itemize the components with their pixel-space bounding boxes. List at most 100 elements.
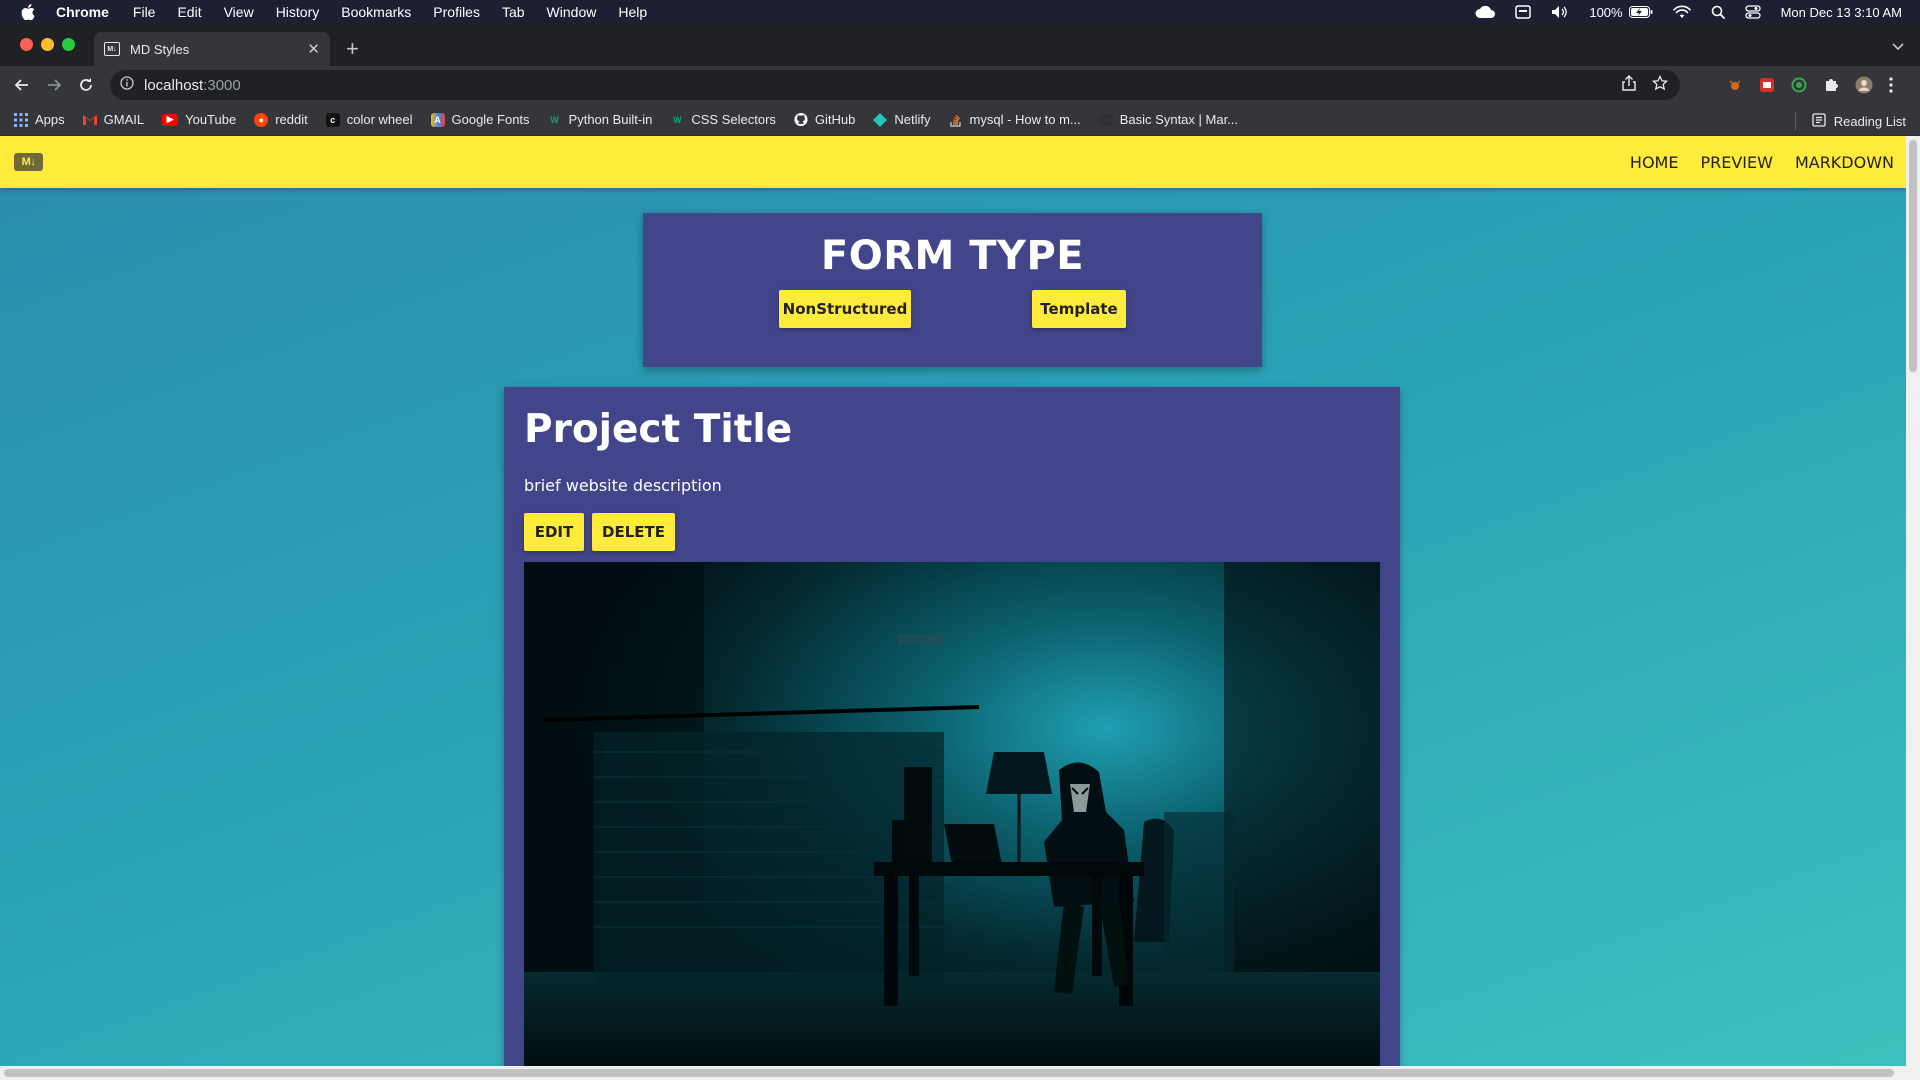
menu-bookmarks[interactable]: Bookmarks [341,4,411,20]
back-arrow-icon[interactable] [6,77,38,93]
bookmarks-divider [1794,112,1796,130]
share-icon[interactable] [1622,75,1636,95]
address-bar[interactable]: localhost:3000 [110,70,1680,100]
bookmark-label: GitHub [814,112,856,127]
stackoverflow-icon [949,113,963,127]
vertical-scrollbar-thumb[interactable] [1909,140,1917,372]
minimize-window-button[interactable] [41,38,54,51]
bookmark-label: Netlify [894,112,931,127]
nonstructured-button[interactable]: NonStructured [779,290,911,328]
menu-edit[interactable]: Edit [177,4,201,20]
bookmark-netlify[interactable]: Netlify [873,112,931,127]
project-image [524,562,1380,1080]
menu-help[interactable]: Help [618,4,647,20]
menubar-clock[interactable]: Mon Dec 13 3:10 AM [1781,5,1902,20]
bookmark-python-builtin[interactable]: W Python Built-in [548,112,652,127]
reload-icon[interactable] [70,77,102,93]
github-icon [794,112,808,127]
extensions-area [1727,76,1893,99]
hacker-desk-photo [524,562,1380,1080]
site-info-icon[interactable] [120,76,134,94]
profile-avatar[interactable] [1855,76,1873,99]
reading-list-label: Reading List [1833,113,1906,129]
site-navbar: M↓ HOME PREVIEW MARKDOWN [0,136,1906,188]
url-host: localhost [144,76,204,94]
w3schools-icon: W [550,114,559,125]
chrome-menu-icon[interactable] [1889,77,1893,98]
bookmark-github[interactable]: GitHub [794,112,855,127]
project-description: brief website description [524,476,722,495]
tab-md-styles[interactable]: M↓ MD Styles ✕ [94,32,330,66]
bookmark-mysql[interactable]: mysql - How to m... [949,112,1081,127]
spotlight-search-icon[interactable] [1711,5,1725,19]
menu-view[interactable]: View [224,4,254,20]
vertical-scrollbar[interactable] [1906,136,1920,1080]
project-title: Project Title [524,407,793,452]
browser-tab-strip: M↓ MD Styles ✕ + [0,24,1920,66]
reading-list-button[interactable]: Reading List [1794,112,1906,130]
markdown-logo[interactable]: M↓ [14,153,43,171]
bookmark-label: Basic Syntax | Mar... [1119,112,1239,127]
bookmark-youtube[interactable]: ▶ YouTube [162,112,236,127]
bookmark-reddit[interactable]: ● reddit [254,112,308,127]
menu-tab[interactable]: Tab [502,4,525,20]
bookmark-color-wheel[interactable]: c color wheel [325,112,413,127]
cloud-app-icon[interactable] [1475,5,1496,19]
menu-window[interactable]: Window [547,4,597,20]
extension-bug-icon[interactable] [1727,77,1743,98]
extension-red-icon[interactable] [1759,77,1775,98]
form-type-card: FORM TYPE NonStructured Template [643,213,1262,367]
bookmark-apps[interactable]: Apps [14,112,65,127]
extensions-puzzle-icon[interactable] [1823,77,1839,98]
menu-profiles[interactable]: Profiles [433,4,480,20]
bookmark-label: GMAIL [103,112,145,127]
bookmark-google-fonts[interactable]: A Google Fonts [430,112,530,127]
bookmark-label: color wheel [346,112,413,127]
project-card: Project Title brief website description … [504,387,1400,1080]
wifi-icon[interactable] [1672,5,1691,19]
md-favicon-icon: M↓ [104,42,120,56]
browser-toolbar: localhost:3000 [0,66,1920,104]
volume-icon[interactable] [1551,5,1569,19]
url-port: :3000 [203,76,241,94]
nav-markdown-link[interactable]: MARKDOWN [1795,153,1894,172]
bookmark-star-icon[interactable] [1651,74,1669,95]
nav-preview-link[interactable]: PREVIEW [1700,153,1772,172]
keyboard-input-icon[interactable] [1515,5,1532,19]
bookmark-css-selectors[interactable]: W CSS Selectors [670,112,776,127]
macos-menu-bar: Chrome File Edit View History Bookmarks … [0,0,1920,24]
nav-home-link[interactable]: HOME [1630,153,1679,172]
horizontal-scrollbar-thumb[interactable] [4,1069,1894,1077]
horizontal-scrollbar[interactable] [0,1066,1906,1080]
battery-charging-icon[interactable] [1628,6,1653,18]
reddit-icon: ● [254,112,269,127]
apple-logo-icon[interactable] [0,4,56,20]
template-button[interactable]: Template [1032,290,1126,328]
tab-search-chevron-icon[interactable] [1892,38,1904,56]
bookmark-basic-syntax[interactable]: Basic Syntax | Mar... [1098,112,1239,127]
delete-button[interactable]: DELETE [592,513,675,551]
youtube-icon: ▶ [162,113,179,126]
bookmark-gmail[interactable]: GMAIL [82,112,145,127]
menu-app-name[interactable]: Chrome [56,4,109,20]
control-center-icon[interactable] [1744,5,1761,19]
close-tab-icon[interactable]: ✕ [307,40,320,58]
menu-file[interactable]: File [133,4,156,20]
bookmark-label: reddit [275,112,308,127]
new-tab-icon[interactable]: + [346,36,359,62]
form-type-title: FORM TYPE [820,233,1085,279]
bookmark-label: CSS Selectors [691,112,776,127]
window-controls [20,38,75,51]
extension-green-circle-icon[interactable] [1791,77,1807,98]
bookmark-label: mysql - How to m... [969,112,1081,127]
reading-list-icon [1812,112,1826,130]
w3schools-icon: W [673,114,682,125]
forward-arrow-icon[interactable] [38,77,70,93]
bookmarks-bar: Apps GMAIL ▶ YouTube ● reddit c color wh… [0,104,1920,136]
bookmark-label: Apps [35,112,65,127]
edit-button[interactable]: EDIT [524,513,584,551]
zoom-window-button[interactable] [62,38,75,51]
menu-history[interactable]: History [276,4,320,20]
battery-percent: 100% [1589,4,1623,20]
close-window-button[interactable] [20,38,33,51]
